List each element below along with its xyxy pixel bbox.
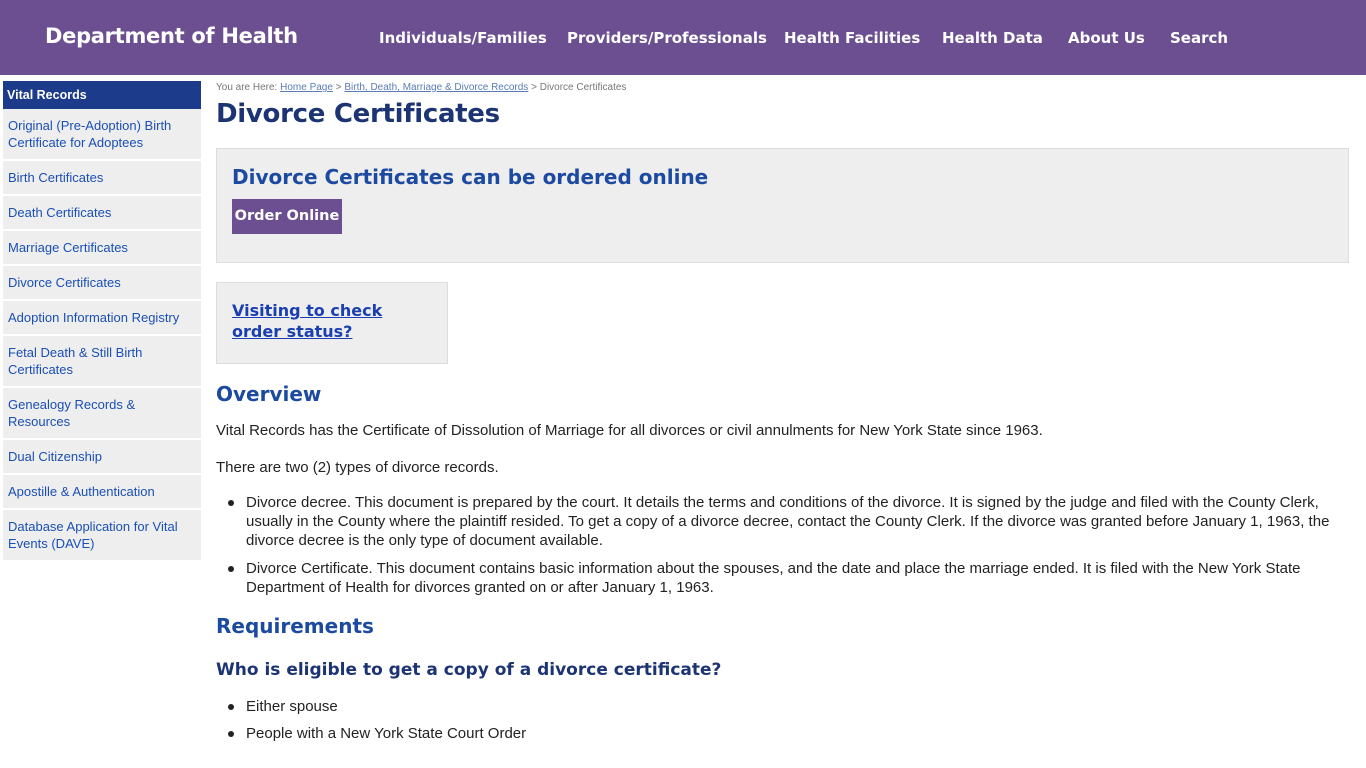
- sidebar-item-genealogy[interactable]: Genealogy Records & Resources: [3, 388, 201, 440]
- nav-providers-professionals[interactable]: Providers/Professionals: [567, 29, 767, 47]
- nav-individuals-families[interactable]: Individuals/Families: [379, 29, 547, 47]
- order-online-heading: Divorce Certificates can be ordered onli…: [232, 165, 709, 189]
- eligibility-heading: Who is eligible to get a copy of a divor…: [216, 660, 722, 680]
- breadcrumb-prefix: You are Here:: [216, 82, 278, 93]
- breadcrumb-separator: >: [335, 82, 342, 93]
- eligibility-list: Either spouse People with a New York Sta…: [216, 697, 1349, 752]
- sidebar-item-fetal-death[interactable]: Fetal Death & Still Birth Certificates: [3, 336, 201, 388]
- sidebar-item-apostille[interactable]: Apostille & Authentication: [3, 475, 201, 510]
- sidebar-item-adoption-registry[interactable]: Adoption Information Registry: [3, 301, 201, 336]
- breadcrumb-separator: >: [531, 82, 537, 93]
- nav-about-us[interactable]: About Us: [1068, 29, 1145, 47]
- sidebar-item-marriage-certificates[interactable]: Marriage Certificates: [3, 231, 201, 266]
- overview-heading: Overview: [216, 382, 322, 406]
- nav-search[interactable]: Search: [1170, 29, 1228, 47]
- sidebar-item-divorce-certificates[interactable]: Divorce Certificates: [3, 266, 201, 301]
- record-types-list: Divorce decree. This document is prepare…: [216, 493, 1349, 606]
- sidebar-item-dual-citizenship[interactable]: Dual Citizenship: [3, 440, 201, 475]
- sidebar-item-original-birth-certificate[interactable]: Original (Pre-Adoption) Birth Certificat…: [3, 109, 201, 161]
- list-item: Divorce decree. This document is prepare…: [216, 493, 1349, 550]
- order-online-button[interactable]: Order Online: [232, 199, 342, 234]
- overview-text: Vital Records has the Certificate of Dis…: [216, 422, 1043, 439]
- check-order-status-link[interactable]: Visiting to check order status?: [232, 300, 432, 342]
- breadcrumb-home-link[interactable]: Home Page: [280, 82, 333, 93]
- nav-health-facilities[interactable]: Health Facilities: [784, 29, 920, 47]
- sidebar-item-birth-certificates[interactable]: Birth Certificates: [3, 161, 201, 196]
- site-brand[interactable]: Department of Health: [45, 24, 298, 48]
- list-item: People with a New York State Court Order: [216, 724, 1349, 743]
- order-online-panel: Divorce Certificates can be ordered onli…: [216, 148, 1349, 263]
- breadcrumb: You are Here: Home Page > Birth, Death, …: [216, 82, 626, 93]
- requirements-heading: Requirements: [216, 614, 374, 638]
- top-navigation-bar: Department of Health Individuals/Familie…: [0, 0, 1366, 75]
- order-status-panel: Visiting to check order status?: [216, 282, 448, 364]
- sidebar: Vital Records Original (Pre-Adoption) Bi…: [3, 81, 201, 562]
- sidebar-item-death-certificates[interactable]: Death Certificates: [3, 196, 201, 231]
- list-item: Either spouse: [216, 697, 1349, 716]
- breadcrumb-current: Divorce Certificates: [539, 82, 627, 93]
- record-types-text: There are two (2) types of divorce recor…: [216, 459, 499, 476]
- nav-health-data[interactable]: Health Data: [942, 29, 1043, 47]
- list-item: Divorce Certificate. This document conta…: [216, 559, 1349, 597]
- page-title: Divorce Certificates: [216, 99, 500, 129]
- breadcrumb-parent-link[interactable]: Birth, Death, Marriage & Divorce Records: [344, 82, 528, 93]
- sidebar-item-dave[interactable]: Database Application for Vital Events (D…: [3, 510, 201, 562]
- sidebar-heading-vital-records[interactable]: Vital Records: [3, 81, 201, 109]
